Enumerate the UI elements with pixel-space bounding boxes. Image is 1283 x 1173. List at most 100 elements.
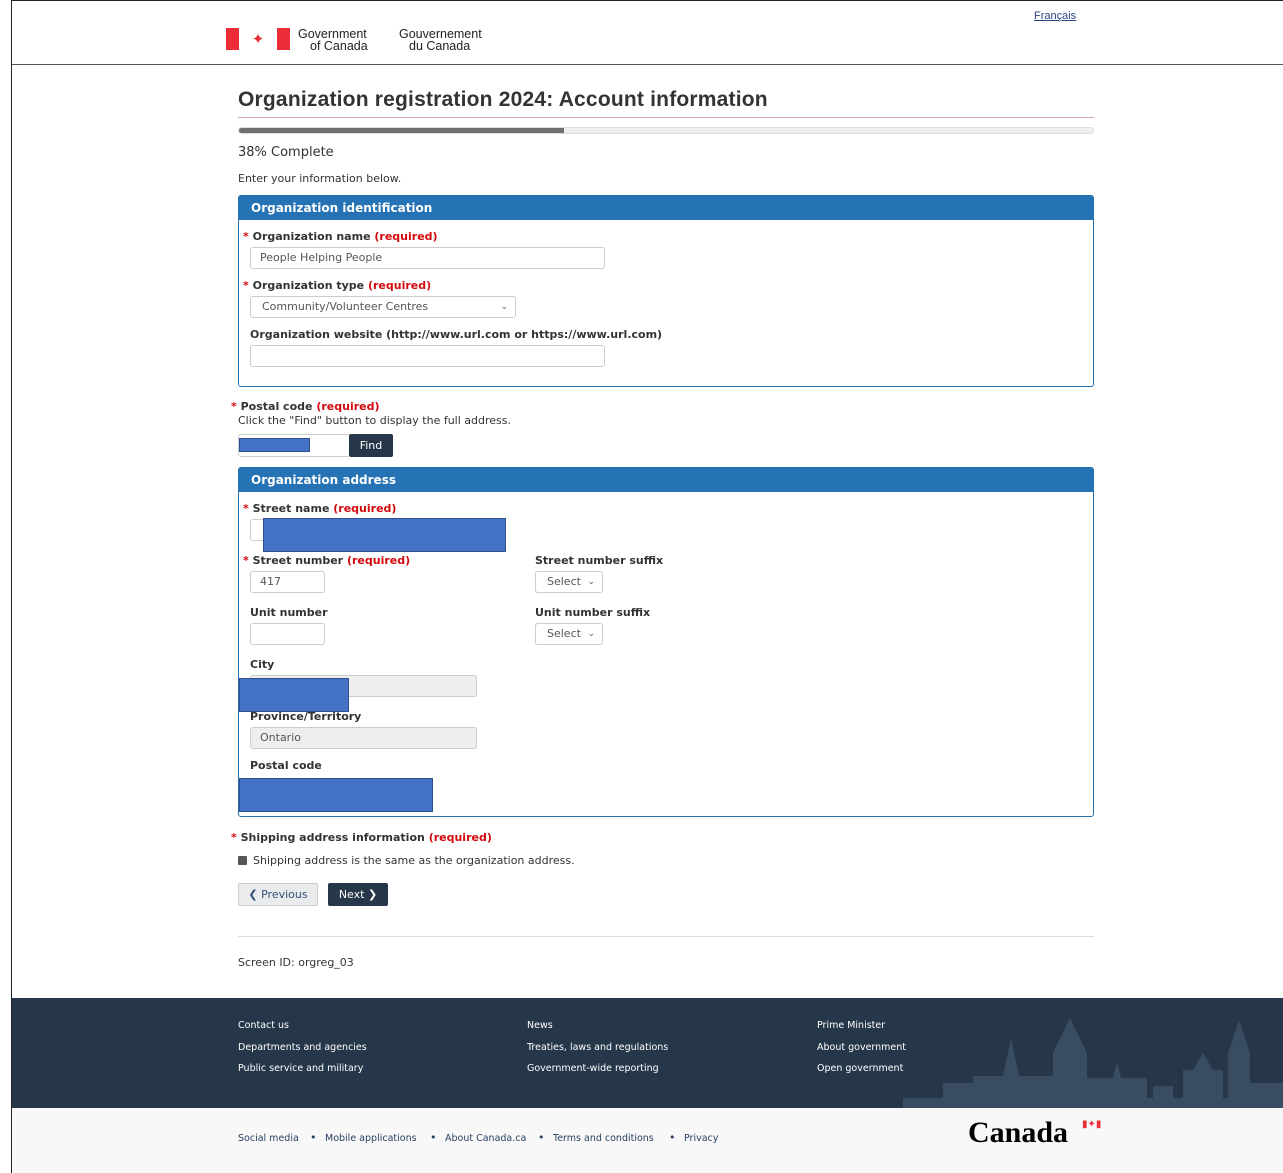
flag-bar-left	[226, 28, 239, 50]
chevron-down-icon: ⌄	[500, 302, 508, 312]
footer-link-about-canada[interactable]: About Canada.ca	[445, 1133, 526, 1144]
chevron-right-icon: ❯	[367, 888, 378, 901]
required-star: *	[243, 554, 249, 567]
footer-link-contact-us[interactable]: Contact us	[238, 1020, 289, 1031]
organization-name-label: * Organization name (required)	[243, 230, 438, 243]
label-text: Street number	[252, 554, 344, 567]
postal-code-lookup-label: * Postal code (required)	[231, 400, 380, 413]
footer-link-treaties[interactable]: Treaties, laws and regulations	[527, 1042, 668, 1053]
required-star: *	[231, 400, 237, 413]
footer-main: Contact us Departments and agencies Publ…	[12, 998, 1283, 1108]
unit-number-input[interactable]	[250, 623, 325, 645]
separator-dot: •	[430, 1131, 437, 1144]
street-number-suffix-select[interactable]: Select ⌄	[535, 571, 603, 593]
gov-signature-en[interactable]: Government of Canada	[298, 28, 368, 53]
city-label: City	[250, 658, 275, 671]
gov-en-line2: of Canada	[310, 39, 368, 53]
language-toggle-link[interactable]: Français	[1034, 10, 1076, 22]
separator-dot: •	[538, 1131, 545, 1144]
chevron-down-icon: ⌄	[587, 577, 595, 587]
organization-type-label: * Organization type (required)	[243, 279, 431, 292]
redacted-postal-code-field	[239, 778, 433, 812]
postal-code-hint: Click the "Find" button to display the f…	[238, 414, 511, 427]
label-text: Street name	[252, 502, 330, 515]
street-number-input[interactable]: 417	[250, 571, 325, 593]
maple-leaf-icon: ✦	[251, 30, 265, 48]
screen-id: Screen ID: orgreg_03	[238, 956, 354, 969]
parliament-skyline-icon	[903, 1018, 1283, 1108]
label-text: Shipping address information	[240, 831, 425, 844]
province-label: Province/Territory	[250, 710, 362, 723]
footer-link-terms[interactable]: Terms and conditions	[553, 1133, 654, 1144]
selected-value: Community/Volunteer Centres	[262, 300, 429, 313]
wordmark-flag-icon: ▮✦▮	[1082, 1119, 1102, 1130]
organization-website-label: Organization website (http://www.url.com…	[250, 328, 663, 341]
chevron-down-icon: ⌄	[587, 629, 595, 639]
flag-bar-right	[277, 28, 290, 50]
next-label: Next	[338, 888, 365, 901]
required-tag: (required)	[346, 554, 411, 567]
footer-link-privacy[interactable]: Privacy	[684, 1133, 718, 1144]
gov-signature-fr[interactable]: Gouvernement du Canada	[399, 28, 482, 53]
required-tag: (required)	[316, 400, 380, 413]
previous-button[interactable]: ❮ Previous	[238, 883, 318, 906]
canada-wordmark: Canada	[968, 1116, 1069, 1149]
required-tag: (required)	[367, 279, 432, 292]
footer-link-mobile-apps[interactable]: Mobile applications	[325, 1133, 417, 1144]
street-number-label: * Street number (required)	[243, 554, 410, 567]
street-name-label: * Street name (required)	[243, 502, 396, 515]
panel-heading: Organization identification	[239, 196, 1093, 220]
footer-link-open-government[interactable]: Open government	[817, 1063, 903, 1074]
required-tag: (required)	[374, 230, 438, 243]
required-tag: (required)	[333, 502, 397, 515]
find-button[interactable]: Find	[349, 434, 393, 457]
canada-flag-icon: ✦	[226, 28, 290, 50]
selected-value: Select	[547, 627, 581, 640]
organization-type-select[interactable]: Community/Volunteer Centres ⌄	[250, 296, 516, 318]
next-button[interactable]: Next ❯	[328, 883, 388, 906]
unit-number-suffix-select[interactable]: Select ⌄	[535, 623, 603, 645]
label-text: Postal code	[240, 400, 313, 413]
shipping-same-label[interactable]: Shipping address is the same as the orga…	[253, 854, 575, 867]
footer-link-reporting[interactable]: Government-wide reporting	[527, 1063, 659, 1074]
province-input: Ontario	[250, 727, 477, 749]
separator-dot: •	[310, 1131, 317, 1144]
postal-code-label: Postal code	[250, 759, 322, 772]
footer-link-prime-minister[interactable]: Prime Minister	[817, 1020, 885, 1031]
required-star: *	[243, 230, 249, 243]
street-number-suffix-label: Street number suffix	[535, 554, 664, 567]
unit-number-suffix-label: Unit number suffix	[535, 606, 651, 619]
redacted-street-name	[263, 518, 506, 552]
shipping-same-checkbox[interactable]	[238, 856, 247, 865]
shipping-address-label: * Shipping address information (required…	[231, 831, 492, 844]
gov-fr-line2: du Canada	[409, 39, 471, 53]
progress-text: 38% Complete	[238, 145, 334, 160]
footer-link-departments[interactable]: Departments and agencies	[238, 1042, 367, 1053]
selected-value: Select	[547, 575, 581, 588]
separator-dot: •	[669, 1131, 676, 1144]
content-divider	[238, 936, 1094, 937]
page-title: Organization registration 2024: Account …	[238, 88, 768, 111]
organization-website-input[interactable]	[250, 345, 605, 367]
footer-link-social-media[interactable]: Social media	[238, 1133, 299, 1144]
required-star: *	[243, 279, 249, 292]
title-underline	[238, 117, 1094, 118]
progress-bar-fill	[239, 128, 564, 133]
required-star: *	[243, 502, 249, 515]
required-star: *	[231, 831, 237, 844]
organization-name-input[interactable]: People Helping People	[250, 247, 605, 269]
redacted-city	[239, 678, 349, 712]
redacted-postal-code	[239, 438, 310, 452]
previous-label: Previous	[261, 888, 308, 901]
label-text: Organization name	[252, 230, 371, 243]
panel-heading: Organization address	[239, 468, 1093, 492]
progress-bar	[238, 127, 1094, 134]
footer-link-public-service[interactable]: Public service and military	[238, 1063, 363, 1074]
label-text: Organization type	[252, 279, 365, 292]
frame-left-border	[0, 0, 12, 1173]
site-header	[12, 1, 1283, 65]
chevron-left-icon: ❮	[248, 888, 258, 901]
footer-link-news[interactable]: News	[527, 1020, 553, 1031]
intro-text: Enter your information below.	[238, 172, 402, 185]
footer-link-about-government[interactable]: About government	[817, 1042, 906, 1053]
